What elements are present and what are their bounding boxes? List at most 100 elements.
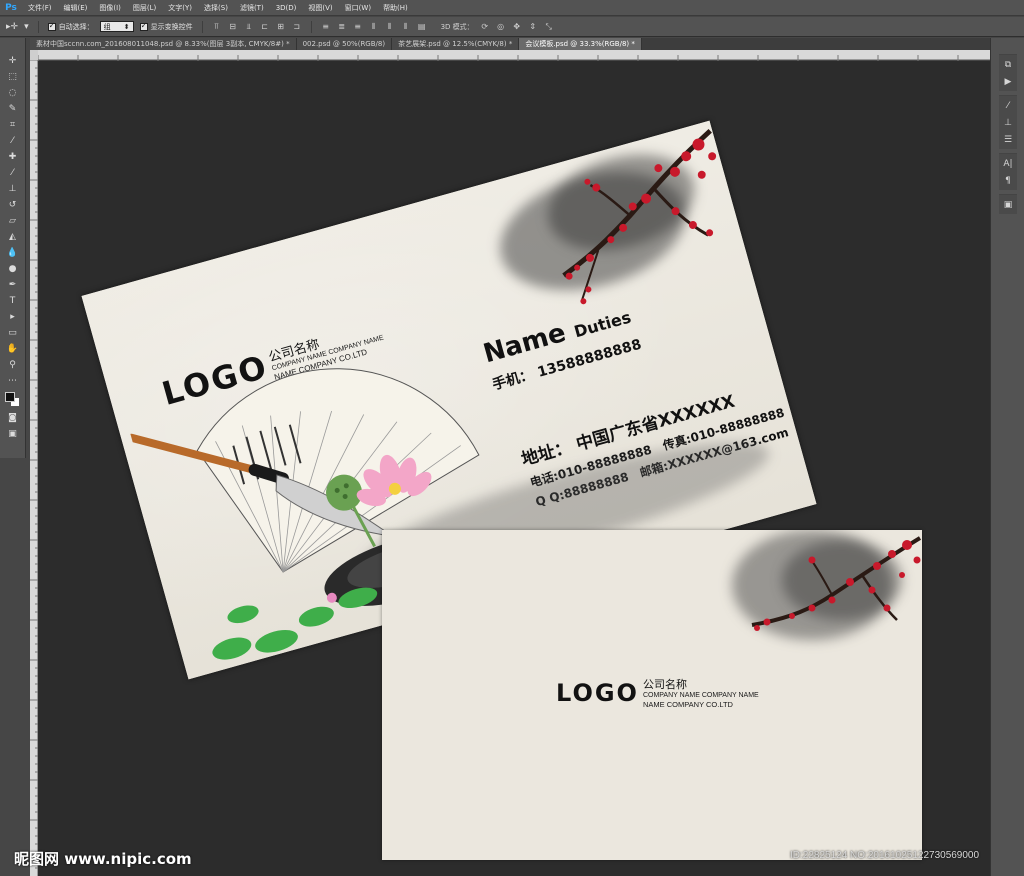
distribute-right-icon[interactable]: ⦀ bbox=[401, 22, 411, 32]
show-transform-label: 显示变换控件 bbox=[150, 22, 193, 31]
3d-slide-icon[interactable]: ⇕ bbox=[528, 22, 538, 32]
actions-panel-icon[interactable]: ▶ bbox=[999, 75, 1017, 88]
eraser-tool-icon[interactable]: ▱ bbox=[5, 214, 21, 227]
watermark-site: 昵图网 www.nipic.com bbox=[14, 850, 192, 868]
clone-source-panel-icon[interactable]: ⊥ bbox=[999, 116, 1017, 129]
lasso-tool-icon[interactable]: ◌ bbox=[5, 86, 21, 99]
watermark-id: ID:22825124 NO:20161025122730569000 bbox=[790, 850, 980, 861]
distribute-hcenter-icon[interactable]: ⫴ bbox=[385, 22, 395, 32]
align-bottom-icon[interactable]: ⫫ bbox=[244, 22, 254, 32]
ruler-ticks bbox=[30, 59, 38, 869]
divider bbox=[37, 20, 39, 33]
3d-scale-icon[interactable]: ⤡ bbox=[544, 22, 554, 32]
align-left-icon[interactable]: ⊏ bbox=[260, 22, 270, 32]
chevron-down-icon[interactable]: ▾ bbox=[24, 22, 29, 32]
align-hcenter-icon[interactable]: ⊞ bbox=[276, 22, 286, 32]
distribute-top-icon[interactable]: ≡ bbox=[321, 22, 331, 32]
panel-group: A| ¶ bbox=[999, 153, 1017, 190]
company-name-en-line2: NAME COMPANY CO.LTD bbox=[642, 700, 733, 710]
tab-document-2[interactable]: 002.psd @ 50%(RGB/8) bbox=[296, 38, 393, 50]
distribute-left-icon[interactable]: ⦀ bbox=[369, 22, 379, 32]
vertical-ruler[interactable] bbox=[30, 59, 38, 876]
chevron-down-icon: ⬍ bbox=[123, 22, 130, 31]
type-tool-icon[interactable]: T bbox=[5, 294, 21, 307]
menu-3d[interactable]: 3D(D) bbox=[270, 4, 303, 12]
company-name-block: 公司名称 COMPANY NAME COMPANY NAME NAME COMP… bbox=[643, 676, 759, 709]
ruler-corner[interactable] bbox=[30, 50, 38, 60]
paint-bucket-tool-icon[interactable]: ◭ bbox=[5, 230, 21, 243]
brush-tool-icon[interactable]: ⁄ bbox=[5, 166, 21, 179]
app-logo[interactable]: Ps bbox=[0, 0, 22, 16]
history-brush-tool-icon[interactable]: ↺ bbox=[5, 198, 21, 211]
tab-document-1[interactable]: 素材中国sccnn.com_201608011048.psd @ 8.33%(图… bbox=[30, 38, 297, 50]
3d-mode-label: 3D 模式： bbox=[440, 22, 474, 31]
panel-dock: ⧉ ▶ ⁄ ⊥ ☰ A| ¶ ▣ bbox=[990, 38, 1024, 876]
auto-select-dropdown[interactable]: 组 ⬍ bbox=[99, 21, 134, 32]
tab-document-4[interactable]: 会议模板.psd @ 33.3%(RGB/8) * bbox=[519, 38, 642, 50]
tools-panel: ✛ ⬚ ◌ ✎ ⌗ ⁄ ✚ ⁄ ⊥ ↺ ▱ ◭ 💧 ● ✒ T ▸ ▭ ✋ ⚲ … bbox=[0, 38, 26, 458]
photoshop-window: Ps 文件(F) 编辑(E) 图像(I) 图层(L) 文字(Y) 选择(S) 滤… bbox=[0, 0, 1024, 876]
menu-image[interactable]: 图像(I) bbox=[93, 3, 127, 13]
menu-help[interactable]: 帮助(H) bbox=[377, 3, 414, 13]
clone-stamp-tool-icon[interactable]: ⊥ bbox=[5, 182, 21, 195]
3d-pan-icon[interactable]: ✥ bbox=[512, 22, 522, 32]
zoom-tool-icon[interactable]: ⚲ bbox=[5, 358, 21, 371]
horizontal-ruler[interactable] bbox=[37, 50, 990, 65]
character-panel-icon[interactable]: A| bbox=[999, 157, 1017, 170]
panel-dock-icons: ⧉ ▶ ⁄ ⊥ ☰ A| ¶ ▣ bbox=[999, 54, 1017, 214]
paragraph-panel-icon[interactable]: ¶ bbox=[999, 174, 1017, 187]
properties-panel-icon[interactable]: ☰ bbox=[999, 133, 1017, 146]
path-select-tool-icon[interactable]: ▸ bbox=[5, 310, 21, 323]
blur-tool-icon[interactable]: 💧 bbox=[5, 246, 21, 259]
move-tool-icon[interactable]: ▸✛ bbox=[6, 22, 18, 32]
distribute-bottom-icon[interactable]: ≡ bbox=[353, 22, 363, 32]
auto-select-label: 自动选择： bbox=[58, 22, 94, 31]
marquee-tool-icon[interactable]: ⬚ bbox=[5, 70, 21, 83]
distribute-vcenter-icon[interactable]: ≣ bbox=[337, 22, 347, 32]
menu-window[interactable]: 窗口(W) bbox=[339, 3, 377, 13]
align-vcenter-icon[interactable]: ⊟ bbox=[228, 22, 238, 32]
rectangle-tool-icon[interactable]: ▭ bbox=[5, 326, 21, 339]
menu-select[interactable]: 选择(S) bbox=[198, 3, 234, 13]
3d-roll-icon[interactable]: ◎ bbox=[496, 22, 506, 32]
more-tools-icon[interactable]: ⋯ bbox=[5, 374, 21, 387]
checkbox-icon[interactable] bbox=[139, 21, 148, 31]
auto-select-value: 组 bbox=[103, 22, 111, 31]
menu-type[interactable]: 文字(Y) bbox=[162, 3, 198, 13]
pen-tool-icon[interactable]: ✒ bbox=[5, 278, 21, 291]
document-canvas[interactable]: LOGO 公司名称 COMPANY NAME COMPANY NAME NAME… bbox=[38, 61, 990, 876]
hand-tool-icon[interactable]: ✋ bbox=[5, 342, 21, 355]
3d-panel-icon[interactable]: ▣ bbox=[999, 198, 1017, 211]
document-tabs: 素材中国sccnn.com_201608011048.psd @ 8.33%(图… bbox=[30, 38, 990, 50]
brush-panel-icon[interactable]: ⁄ bbox=[999, 99, 1017, 112]
checkbox-icon[interactable] bbox=[47, 21, 56, 31]
foreground-color-swatch[interactable] bbox=[4, 392, 15, 402]
divider bbox=[201, 20, 203, 33]
move-tool-icon[interactable]: ✛ bbox=[5, 54, 21, 67]
crop-tool-icon[interactable]: ⌗ bbox=[5, 118, 21, 131]
dodge-tool-icon[interactable]: ● bbox=[5, 262, 21, 275]
show-transform-checkbox[interactable]: 显示变换控件 bbox=[139, 21, 193, 32]
business-card-back: LOGO 公司名称 COMPANY NAME COMPANY NAME NAME… bbox=[382, 530, 922, 860]
menu-layer[interactable]: 图层(L) bbox=[127, 3, 162, 13]
align-top-icon[interactable]: ⫪ bbox=[212, 22, 222, 32]
menu-edit[interactable]: 编辑(E) bbox=[58, 3, 94, 13]
quick-select-tool-icon[interactable]: ✎ bbox=[5, 102, 21, 115]
screen-mode-icon[interactable]: ▣ bbox=[5, 427, 21, 440]
align-right-icon[interactable]: ⊐ bbox=[292, 22, 302, 32]
quick-mask-icon[interactable]: ◙ bbox=[5, 411, 21, 424]
color-swatches[interactable] bbox=[4, 392, 21, 408]
menu-view[interactable]: 视图(V) bbox=[302, 3, 338, 13]
tab-document-3[interactable]: 茶艺展架.psd @ 12.5%(CMYK/8) * bbox=[392, 38, 520, 50]
auto-select-checkbox[interactable]: 自动选择： bbox=[47, 21, 94, 32]
auto-align-icon[interactable]: ▤ bbox=[417, 22, 427, 32]
menu-filter[interactable]: 滤镜(T) bbox=[234, 3, 270, 13]
menu-file[interactable]: 文件(F) bbox=[22, 3, 58, 13]
menu-bar: Ps 文件(F) 编辑(E) 图像(I) 图层(L) 文字(Y) 选择(S) 滤… bbox=[0, 0, 1024, 16]
panel-group: ⁄ ⊥ ☰ bbox=[999, 95, 1017, 149]
healing-brush-tool-icon[interactable]: ✚ bbox=[5, 150, 21, 163]
history-panel-icon[interactable]: ⧉ bbox=[999, 58, 1017, 71]
options-bar: ▸✛ ▾ 自动选择： 组 ⬍ 显示变换控件 ⫪ ⊟ ⫫ ⊏ ⊞ ⊐ ≡ ≣ ≡ … bbox=[0, 17, 1024, 37]
3d-rotate-icon[interactable]: ⟳ bbox=[480, 22, 490, 32]
eyedropper-tool-icon[interactable]: ⁄ bbox=[5, 134, 21, 147]
